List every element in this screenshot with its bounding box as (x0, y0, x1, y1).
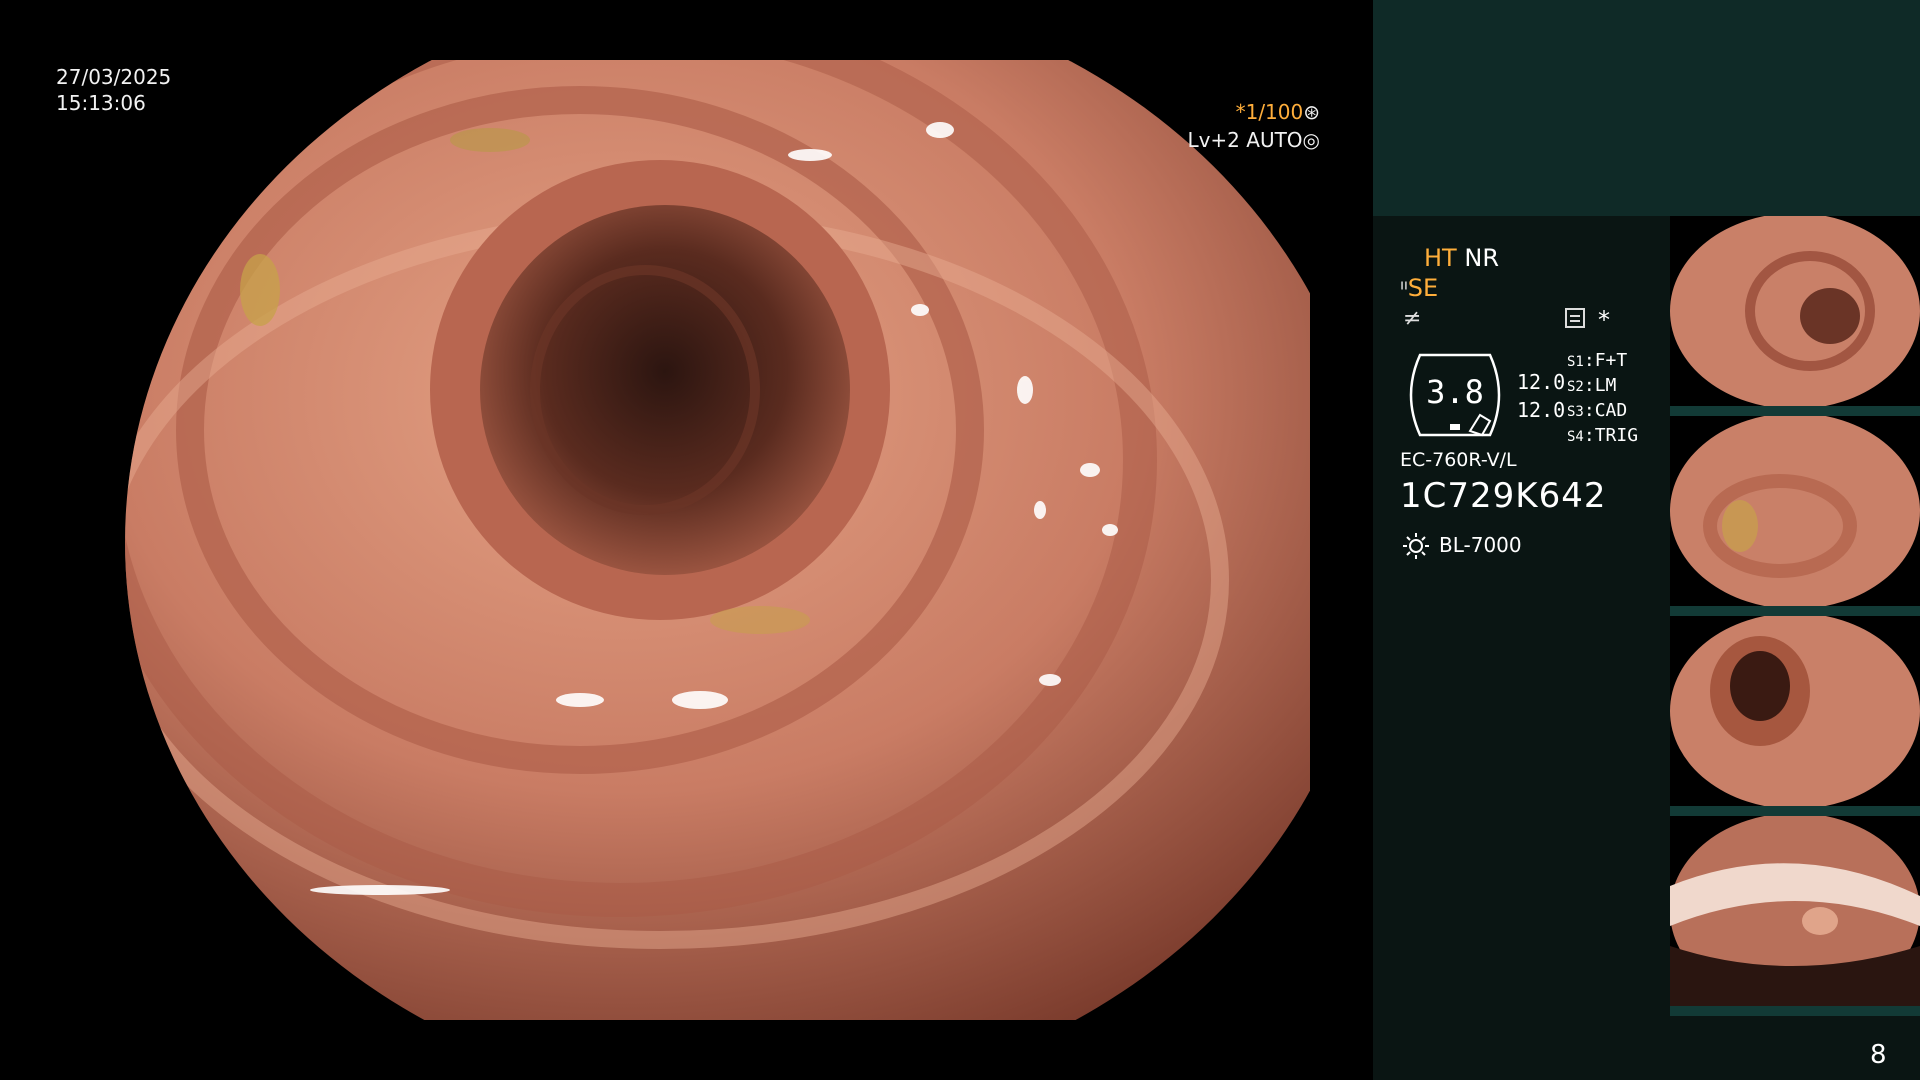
list-icon (1565, 308, 1585, 328)
not-equal-icon: ≠ (1403, 306, 1422, 331)
mode-se: SE (1407, 274, 1439, 302)
capture-thumbnail[interactable] (1670, 416, 1920, 616)
shutter-label: *1/100 (1235, 100, 1304, 124)
value-b: 12.0 (1517, 398, 1566, 422)
scope-model: EC-760R-V/L (1400, 449, 1517, 471)
thumbnail-footer (1670, 406, 1920, 416)
date-label: 27/03/2025 (56, 65, 172, 89)
switch-row: S4:TRIG (1567, 425, 1639, 446)
sun-icon (1403, 533, 1429, 559)
switch-row: S1:F+T (1567, 350, 1628, 371)
scope-tip-icon: ᐦ (1400, 277, 1408, 301)
se-indicator: ᐦSE (1400, 274, 1438, 302)
star-icon: * (1598, 306, 1610, 334)
time-label: 15:13:06 (56, 91, 146, 115)
dial-value: 3.8 (1426, 373, 1484, 411)
capture-thumbnail[interactable] (1670, 216, 1920, 416)
page-number: 8 (1870, 1040, 1887, 1070)
capture-thumbnail[interactable] (1670, 616, 1920, 816)
thumbnail-footer (1670, 1006, 1920, 1016)
capture-thumbnail[interactable] (1670, 816, 1920, 1016)
switch-row: S3:CAD (1567, 400, 1628, 421)
scope-serial: 1C729K642 (1400, 476, 1607, 516)
level-label: Lv+2 AUTO (1187, 128, 1303, 152)
endoscopic-view (60, 60, 1310, 1020)
dial-gauge: 3.8 (1400, 351, 1510, 439)
timestamp: 27/03/2025 15:13:06 (56, 64, 171, 116)
exposure-info: *1/100⊛ Lv+2 AUTO◎ (1180, 98, 1320, 154)
panel-header (1373, 0, 1920, 216)
iris-icon: ◎ (1302, 128, 1320, 152)
aperture-icon: ⊛ (1303, 100, 1320, 124)
mode-nr: NR (1464, 244, 1499, 272)
thumbnail-footer (1670, 606, 1920, 616)
endoscopic-image (125, 60, 1310, 1020)
mode-ht: HT (1424, 244, 1457, 272)
light-source: BL-7000 (1439, 533, 1522, 557)
switch-row: S2:LM (1567, 375, 1617, 396)
thumbnail-footer (1670, 806, 1920, 816)
value-a: 12.0 (1517, 370, 1566, 394)
mode-indicator: HT NR (1424, 244, 1499, 272)
